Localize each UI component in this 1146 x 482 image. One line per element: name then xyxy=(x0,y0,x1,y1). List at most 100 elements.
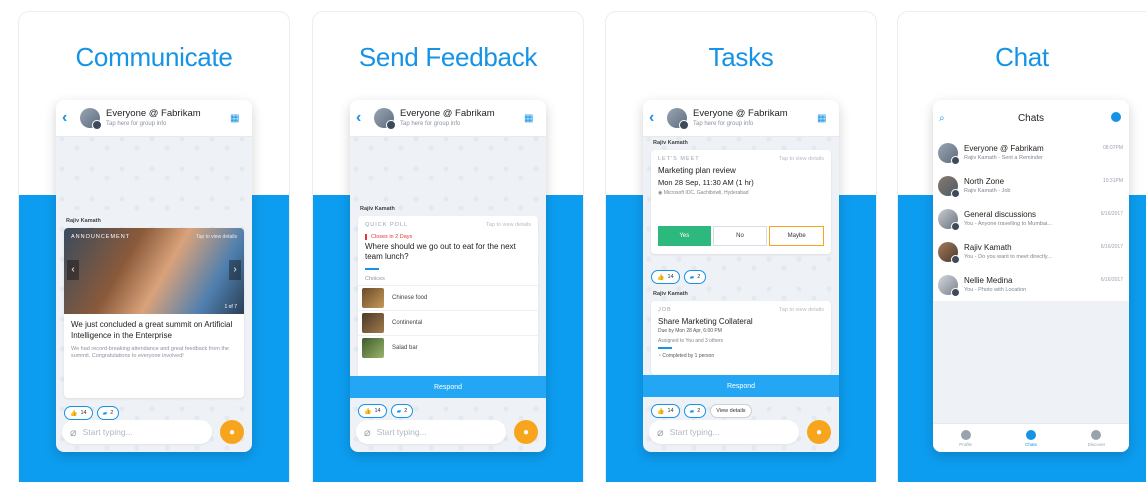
tab-chats[interactable]: Chats xyxy=(998,424,1063,452)
new-chat-icon[interactable] xyxy=(1111,112,1121,122)
reaction-bar: 👍 14 ▰ 2 xyxy=(358,404,414,418)
meet-card[interactable]: LET'S MEET Tap to view details Marketing … xyxy=(651,150,831,254)
panel-headline: Tasks xyxy=(708,42,774,72)
announcement-body: We had record-breaking attendance and gr… xyxy=(71,345,229,360)
group-title: Everyone @ Fabrikam xyxy=(693,108,788,120)
avatar xyxy=(938,208,960,231)
mic-icon: ● xyxy=(522,426,530,438)
choices-label: Choices xyxy=(365,275,385,282)
sender-name: Rajiv Kamath xyxy=(653,140,688,146)
composer-placeholder: Start typing... xyxy=(669,427,720,437)
chat-header[interactable]: ‹ Everyone @ Fabrikam Tap here for group… xyxy=(350,100,546,137)
phone-screen: ‹ Everyone @ Fabrikam Tap here for group… xyxy=(643,100,839,452)
message-composer[interactable]: ⌀ Start typing... xyxy=(356,420,506,444)
like-pill[interactable]: 👍 14 xyxy=(651,270,680,284)
chat-list-item[interactable]: Everyone @ Fabrikam Rajiv Kamath - Sent a… xyxy=(933,136,1129,170)
comment-pill[interactable]: ▰ 2 xyxy=(683,404,707,418)
chats-icon xyxy=(1025,429,1036,440)
phone-screen: ‹ Everyone @ Fabrikam Tap here for group… xyxy=(350,100,546,452)
like-pill[interactable]: 👍 14 xyxy=(358,404,387,418)
tab-discover[interactable]: Discover xyxy=(1064,424,1129,452)
chat-list-item[interactable]: Rajiv Kamath You - Do you want to meet di… xyxy=(933,235,1129,269)
attach-icon[interactable]: ⌀ xyxy=(364,426,371,439)
comment-pill[interactable]: ▰ 2 xyxy=(390,404,414,418)
rsvp-yes-button[interactable]: Yes xyxy=(658,226,711,246)
rsvp-maybe-button[interactable]: Maybe xyxy=(769,226,825,246)
group-subtitle: Tap here for group info xyxy=(693,120,754,127)
view-details-pill[interactable]: View details xyxy=(710,404,752,418)
chat-header[interactable]: ‹ Everyone @ Fabrikam Tap here for group… xyxy=(643,100,839,137)
carousel-prev-icon[interactable]: ‹ xyxy=(67,260,79,280)
avatar xyxy=(938,274,960,297)
tap-details-label[interactable]: Tap to view details xyxy=(779,156,824,162)
rsvp-buttons: Yes No Maybe xyxy=(658,226,825,246)
meet-title: Marketing plan review xyxy=(658,166,736,175)
mic-button[interactable]: ● xyxy=(807,420,831,444)
group-avatar xyxy=(667,108,689,130)
composer-placeholder: Start typing... xyxy=(82,427,133,437)
message-composer[interactable]: ⌀ Start typing... xyxy=(62,420,212,444)
thumbs-up-icon: 👍 xyxy=(657,408,665,415)
comment-pill[interactable]: ▰ 2 xyxy=(96,406,120,420)
meet-kicker: LET'S MEET xyxy=(658,156,700,162)
attach-icon[interactable]: ⌀ xyxy=(657,426,664,439)
tap-details-label[interactable]: Tap to view details xyxy=(196,234,237,240)
like-pill[interactable]: 👍 14 xyxy=(651,404,680,418)
poll-choice[interactable]: Chinese food xyxy=(358,284,538,310)
job-title: Share Marketing Collateral xyxy=(658,317,753,326)
choice-image xyxy=(362,337,384,358)
sender-name: Rajiv Kamath xyxy=(66,218,101,224)
announcement-title: We just concluded a great summit on Arti… xyxy=(71,320,233,340)
chat-list-item[interactable]: North Zone Rajiv Kamath - Job 10:31PM xyxy=(933,169,1129,203)
group-avatar xyxy=(374,108,396,130)
grid-menu-icon[interactable]: ▦ xyxy=(230,113,244,124)
bottom-tab-bar: Profile Chats Discover xyxy=(933,423,1129,452)
respond-button[interactable]: Respond xyxy=(643,375,839,397)
chat-list-item[interactable]: Nellie Medina You - Photo with Location 6… xyxy=(933,268,1129,302)
mic-button[interactable]: ● xyxy=(220,420,244,444)
poll-card[interactable]: QUICK POLL Tap to view details Closes in … xyxy=(358,216,538,386)
poll-question: Where should we go out to eat for the ne… xyxy=(365,242,516,262)
job-due: Due by Mon 28 Apr, 6:00 PM xyxy=(658,328,722,334)
panel-send-feedback: Send Feedback ‹ Everyone @ Fabrikam Tap … xyxy=(313,12,583,482)
avatar xyxy=(938,142,960,165)
respond-button[interactable]: Respond xyxy=(350,376,546,398)
group-subtitle: Tap here for group info xyxy=(106,120,167,127)
group-avatar xyxy=(80,108,102,130)
grid-menu-icon[interactable]: ▦ xyxy=(817,113,831,124)
carousel-next-icon[interactable]: › xyxy=(229,260,241,280)
back-arrow-icon[interactable]: ‹ xyxy=(62,109,80,127)
sender-name: Rajiv Kamath xyxy=(360,206,395,212)
back-arrow-icon[interactable]: ‹ xyxy=(356,109,374,127)
chat-list-item[interactable]: General discussions You - Anyone travelli… xyxy=(933,202,1129,236)
reaction-bar: 👍 14 ▰ 2 View details xyxy=(651,404,752,418)
thumbs-up-icon: 👍 xyxy=(657,274,665,281)
chat-header[interactable]: ‹ Everyone @ Fabrikam Tap here for group… xyxy=(56,100,252,137)
attach-icon[interactable]: ⌀ xyxy=(70,426,77,439)
announcement-image: ANNOUNCEMENT Tap to view details ‹ › 1 o… xyxy=(64,228,244,314)
tab-profile[interactable]: Profile xyxy=(933,424,998,452)
rsvp-no-button[interactable]: No xyxy=(712,226,768,246)
message-composer[interactable]: ⌀ Start typing... xyxy=(649,420,799,444)
panel-chat: Chat ⌕ Chats Everyone @ Fabrikam Rajiv Ka… xyxy=(898,12,1146,482)
back-arrow-icon[interactable]: ‹ xyxy=(649,109,667,127)
chats-title: Chats xyxy=(1017,112,1045,124)
reaction-bar: 👍 14 ▰ 2 xyxy=(651,270,707,284)
group-subtitle: Tap here for group info xyxy=(400,120,461,127)
comment-pill[interactable]: ▰ 2 xyxy=(683,270,707,284)
meet-where: ◉ Microsoft IDC, Gachibowli, Hyderabad xyxy=(658,190,749,196)
compass-icon xyxy=(1091,429,1102,440)
poll-choice[interactable]: Salad bar xyxy=(358,334,538,360)
mic-button[interactable]: ● xyxy=(514,420,538,444)
announcement-card[interactable]: ANNOUNCEMENT Tap to view details ‹ › 1 o… xyxy=(64,228,244,398)
like-pill[interactable]: 👍 14 xyxy=(64,406,93,420)
avatar xyxy=(938,175,960,198)
search-icon[interactable]: ⌕ xyxy=(939,113,945,124)
group-title: Everyone @ Fabrikam xyxy=(400,108,495,120)
grid-menu-icon[interactable]: ▦ xyxy=(524,113,538,124)
tap-details-label[interactable]: Tap to view details xyxy=(486,222,531,228)
mic-icon: ● xyxy=(228,426,236,438)
poll-choice[interactable]: Continental xyxy=(358,309,538,335)
job-card[interactable]: JOB Tap to view details Share Marketing C… xyxy=(651,301,831,375)
tap-details-label[interactable]: Tap to view details xyxy=(779,307,824,313)
